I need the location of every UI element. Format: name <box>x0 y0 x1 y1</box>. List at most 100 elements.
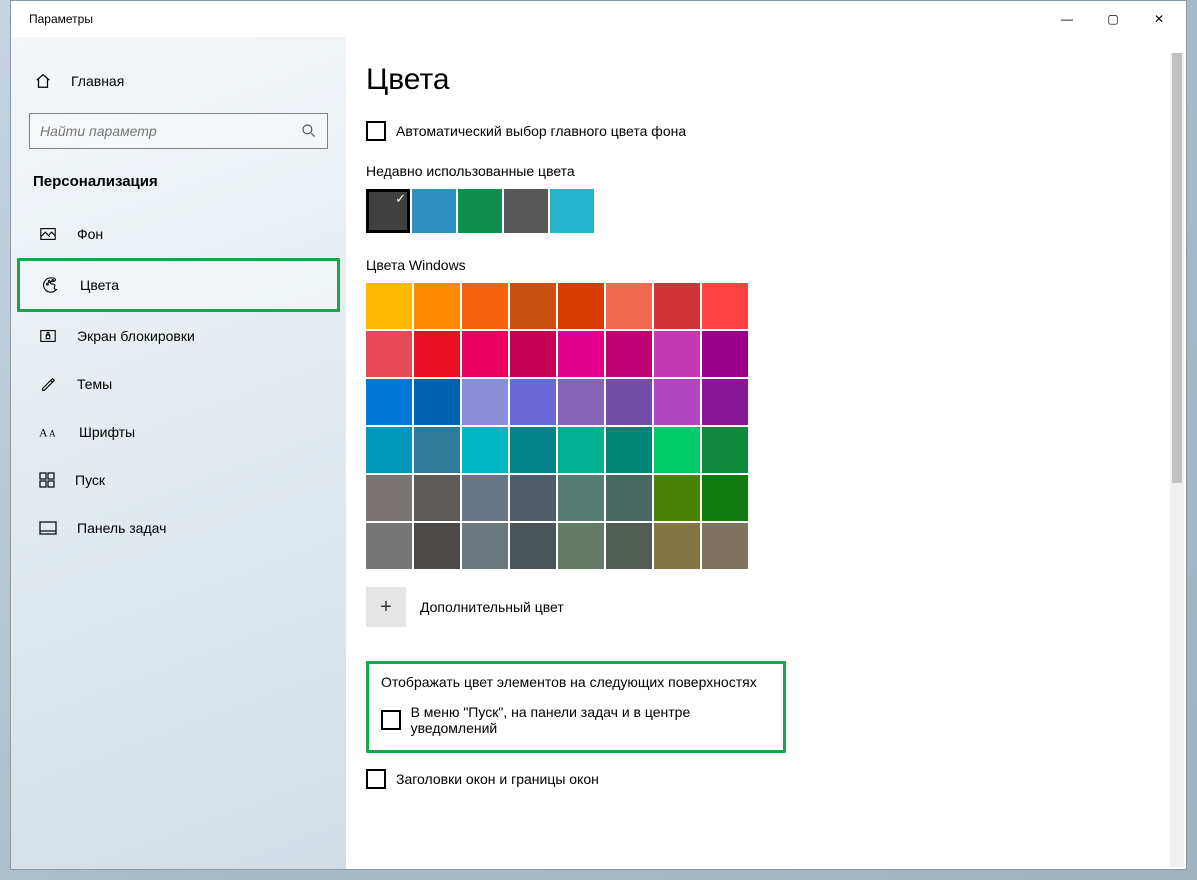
color-swatch[interactable] <box>462 475 508 521</box>
titlebars-checkbox[interactable] <box>366 769 386 789</box>
page-title: Цвета <box>366 63 1186 97</box>
color-swatch[interactable] <box>510 331 556 377</box>
nav-item-fonts[interactable]: A A Шрифты <box>11 408 346 456</box>
recent-color-swatch[interactable] <box>458 189 502 233</box>
color-swatch[interactable] <box>414 379 460 425</box>
additional-color-label: Дополнительный цвет <box>420 599 564 615</box>
color-swatch[interactable] <box>414 427 460 473</box>
color-swatch[interactable] <box>654 379 700 425</box>
color-swatch[interactable] <box>606 379 652 425</box>
scrollbar-thumb[interactable] <box>1172 53 1182 483</box>
maximize-button[interactable]: ▢ <box>1090 3 1136 35</box>
close-button[interactable]: ✕ <box>1136 3 1182 35</box>
nav-item-themes[interactable]: Темы <box>11 360 346 408</box>
color-swatch[interactable] <box>510 475 556 521</box>
color-swatch[interactable] <box>606 523 652 569</box>
color-swatch[interactable] <box>702 331 748 377</box>
recent-color-swatch[interactable] <box>550 189 594 233</box>
window-body: Главная Персонализация <box>11 37 1186 869</box>
color-swatch[interactable] <box>558 427 604 473</box>
color-swatch[interactable] <box>414 475 460 521</box>
surfaces-start-label: В меню "Пуск", на панели задач и в центр… <box>411 704 771 736</box>
scrollbar[interactable] <box>1170 53 1184 867</box>
color-swatch[interactable] <box>558 283 604 329</box>
color-swatch[interactable] <box>462 283 508 329</box>
themes-icon <box>39 375 57 393</box>
color-swatch[interactable] <box>510 427 556 473</box>
color-swatch[interactable] <box>462 427 508 473</box>
category-title: Персонализация <box>11 163 346 204</box>
color-swatch[interactable] <box>702 427 748 473</box>
highlight-surfaces: Отображать цвет элементов на следующих п… <box>366 661 786 753</box>
minimize-button[interactable]: — <box>1044 3 1090 35</box>
color-swatch[interactable] <box>702 379 748 425</box>
color-swatch[interactable] <box>366 379 412 425</box>
auto-pick-row[interactable]: Автоматический выбор главного цвета фона <box>366 121 1186 141</box>
color-swatch[interactable] <box>510 283 556 329</box>
color-swatch[interactable] <box>654 427 700 473</box>
color-swatch[interactable] <box>654 523 700 569</box>
home-label: Главная <box>71 73 124 89</box>
search-box[interactable] <box>29 113 328 149</box>
color-swatch[interactable] <box>366 475 412 521</box>
auto-pick-checkbox[interactable] <box>366 121 386 141</box>
color-swatch[interactable] <box>510 523 556 569</box>
color-swatch[interactable] <box>558 379 604 425</box>
color-swatch[interactable] <box>510 379 556 425</box>
color-swatch[interactable] <box>606 283 652 329</box>
color-swatch[interactable] <box>462 331 508 377</box>
search-input[interactable] <box>40 123 301 139</box>
color-swatch[interactable] <box>366 331 412 377</box>
fonts-icon: A A <box>39 424 59 440</box>
nav-label: Фон <box>77 226 103 242</box>
color-swatch[interactable] <box>606 331 652 377</box>
color-swatch[interactable] <box>366 283 412 329</box>
surfaces-start-checkbox[interactable] <box>381 710 401 730</box>
color-swatch[interactable] <box>654 331 700 377</box>
nav-item-colors[interactable]: Цвета <box>20 261 337 309</box>
surfaces-start-row[interactable]: В меню "Пуск", на панели задач и в центр… <box>381 704 771 736</box>
color-swatch[interactable] <box>414 331 460 377</box>
color-swatch[interactable] <box>606 427 652 473</box>
nav-item-taskbar[interactable]: Панель задач <box>11 504 346 552</box>
nav-item-lockscreen[interactable]: Экран блокировки <box>11 312 346 360</box>
titlebars-label: Заголовки окон и границы окон <box>396 771 599 787</box>
checkmark-icon: ✓ <box>395 191 406 207</box>
add-color-button[interactable]: + <box>366 587 406 627</box>
nav-label: Пуск <box>75 472 105 488</box>
palette-icon <box>42 276 60 294</box>
color-swatch[interactable] <box>702 283 748 329</box>
additional-color-row[interactable]: + Дополнительный цвет <box>366 587 1186 627</box>
color-swatch[interactable] <box>462 523 508 569</box>
taskbar-icon <box>39 521 57 535</box>
color-swatch[interactable] <box>558 523 604 569</box>
image-icon <box>39 225 57 243</box>
search-icon <box>301 123 317 139</box>
home-icon <box>33 72 53 90</box>
nav-item-background[interactable]: Фон <box>11 210 346 258</box>
color-swatch[interactable] <box>702 523 748 569</box>
color-swatch[interactable] <box>366 523 412 569</box>
plus-icon: + <box>380 596 392 619</box>
recent-color-swatch[interactable]: ✓ <box>366 189 410 233</box>
settings-window: Параметры — ▢ ✕ Главная <box>10 0 1187 870</box>
recent-color-swatch[interactable] <box>504 189 548 233</box>
nav-label: Экран блокировки <box>77 328 195 344</box>
titlebars-row[interactable]: Заголовки окон и границы окон <box>366 769 1186 789</box>
color-swatch[interactable] <box>558 331 604 377</box>
color-swatch[interactable] <box>558 475 604 521</box>
window-title: Параметры <box>29 12 1044 26</box>
color-swatch[interactable] <box>462 379 508 425</box>
color-swatch[interactable] <box>654 283 700 329</box>
color-swatch[interactable] <box>366 427 412 473</box>
recent-color-swatch[interactable] <box>412 189 456 233</box>
lock-screen-icon <box>39 327 57 345</box>
color-swatch[interactable] <box>414 283 460 329</box>
color-swatch[interactable] <box>414 523 460 569</box>
color-swatch[interactable] <box>606 475 652 521</box>
color-swatch[interactable] <box>654 475 700 521</box>
nav-item-start[interactable]: Пуск <box>11 456 346 504</box>
color-swatch[interactable] <box>702 475 748 521</box>
nav-list: Фон Цвета <box>11 210 346 552</box>
home-link[interactable]: Главная <box>11 57 346 105</box>
